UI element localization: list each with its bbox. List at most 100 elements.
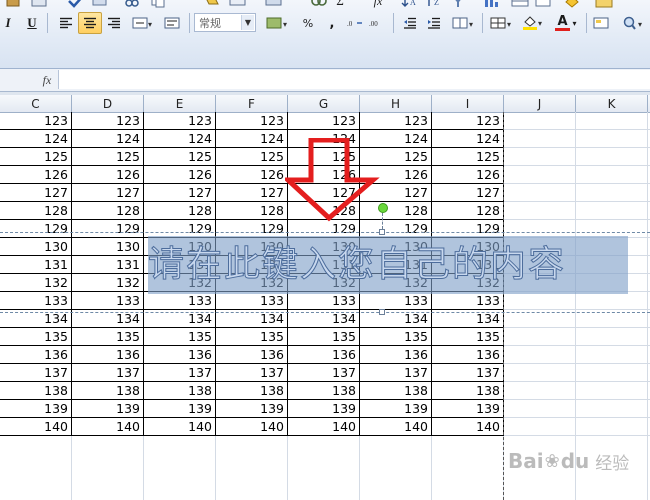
table-cell[interactable]: 138 (288, 382, 360, 399)
table-cell[interactable]: 136 (144, 346, 216, 363)
comma-style-button[interactable]: , (322, 12, 342, 34)
column-header-i[interactable]: I (432, 95, 504, 112)
sort-ascending-icon[interactable]: A (398, 0, 422, 10)
row-column-button[interactable]: ▾ (448, 12, 480, 34)
table-cell[interactable]: 137 (144, 364, 216, 381)
table-cell[interactable]: 128 (72, 202, 144, 219)
table-cell[interactable]: 137 (432, 364, 504, 381)
highlight-icon[interactable] (560, 0, 584, 10)
table-cell[interactable]: 133 (432, 292, 504, 309)
paste-icon[interactable] (2, 0, 24, 10)
table-cell[interactable]: 139 (360, 400, 432, 417)
table-cell[interactable]: 133 (360, 292, 432, 309)
table-cell[interactable]: 137 (72, 364, 144, 381)
table-cell[interactable]: 129 (0, 220, 72, 237)
table-cell[interactable]: 124 (144, 130, 216, 147)
column-header-k[interactable]: K (576, 95, 648, 112)
align-center-button[interactable] (78, 12, 102, 34)
textbox-text[interactable]: 请在此键入您自己的内容 (148, 238, 628, 292)
copy-icon[interactable] (148, 0, 168, 10)
table-cell[interactable]: 124 (0, 130, 72, 147)
currency-format-button[interactable]: ▾ (262, 12, 296, 34)
table-cell[interactable]: 135 (144, 328, 216, 345)
table-cell[interactable]: 137 (216, 364, 288, 381)
increase-decimal-button[interactable]: .0 (344, 12, 366, 34)
column-header-d[interactable]: D (72, 95, 144, 112)
table-cell[interactable]: 124 (72, 130, 144, 147)
font-color-button[interactable]: A ▾ (550, 12, 582, 34)
table-cell[interactable]: 129 (216, 220, 288, 237)
spellcheck-icon[interactable] (88, 0, 112, 10)
table-cell[interactable]: 138 (144, 382, 216, 399)
table-cell[interactable]: 138 (0, 382, 72, 399)
find-button[interactable]: ▾ (618, 12, 650, 34)
table-cell[interactable]: 126 (216, 166, 288, 183)
filter-icon[interactable] (448, 0, 468, 10)
table-cell[interactable]: 125 (144, 148, 216, 165)
table-cell[interactable]: 140 (0, 418, 72, 435)
insert-function-button[interactable]: fx (366, 0, 390, 10)
rotate-handle[interactable] (378, 203, 388, 213)
table-cell[interactable]: 125 (0, 148, 72, 165)
column-header-f[interactable]: F (216, 95, 288, 112)
link-icon[interactable] (308, 0, 330, 10)
decrease-decimal-button[interactable]: .00 (366, 12, 388, 34)
table-cell[interactable]: 136 (360, 346, 432, 363)
table-cell[interactable]: 128 (432, 202, 504, 219)
table-cell[interactable]: 137 (0, 364, 72, 381)
table-cell[interactable]: 140 (432, 418, 504, 435)
cut-icon[interactable] (122, 0, 142, 10)
table-cell[interactable]: 127 (216, 184, 288, 201)
table-cell[interactable]: 127 (144, 184, 216, 201)
formula-input[interactable] (58, 70, 650, 89)
folder-icon[interactable] (592, 0, 616, 10)
table-cell[interactable]: 136 (216, 346, 288, 363)
name-box[interactable] (0, 71, 30, 88)
table-cell[interactable]: 138 (216, 382, 288, 399)
table-cell[interactable]: 139 (216, 400, 288, 417)
table-cell[interactable]: 129 (288, 220, 360, 237)
chart-icon[interactable] (480, 0, 504, 10)
table-cell[interactable]: 138 (432, 382, 504, 399)
table-cell[interactable]: 126 (144, 166, 216, 183)
table-cell[interactable]: 135 (432, 328, 504, 345)
table-cell[interactable]: 128 (144, 202, 216, 219)
table-cell[interactable]: 128 (0, 202, 72, 219)
align-right-button[interactable] (102, 12, 126, 34)
table-cell[interactable]: 133 (216, 292, 288, 309)
table-cell[interactable]: 124 (216, 130, 288, 147)
table-cell[interactable]: 132 (72, 274, 144, 291)
resize-handle-top[interactable] (379, 229, 385, 235)
column-header-j[interactable]: J (504, 95, 576, 112)
table-cell[interactable]: 139 (0, 400, 72, 417)
table-cell[interactable]: 140 (72, 418, 144, 435)
table-cell[interactable]: 140 (144, 418, 216, 435)
table-cell[interactable]: 133 (0, 292, 72, 309)
table-cell[interactable]: 132 (0, 274, 72, 291)
table-cell[interactable]: 129 (432, 220, 504, 237)
table-cell[interactable]: 135 (72, 328, 144, 345)
table-cell[interactable]: 128 (216, 202, 288, 219)
table-cell[interactable]: 130 (72, 238, 144, 255)
percent-button[interactable]: % (296, 12, 320, 34)
cell-format-icon[interactable] (262, 0, 286, 10)
table-cell[interactable]: 129 (360, 220, 432, 237)
table-cell[interactable]: 140 (288, 418, 360, 435)
table-cell[interactable]: 136 (72, 346, 144, 363)
table-icon[interactable] (508, 0, 532, 10)
table-cell[interactable]: 125 (432, 148, 504, 165)
table-cell[interactable]: 137 (360, 364, 432, 381)
table-cell[interactable]: 127 (0, 184, 72, 201)
checkmark-icon[interactable] (64, 0, 88, 10)
table-cell[interactable]: 123 (144, 112, 216, 129)
format-painter-icon[interactable] (28, 0, 52, 10)
table-cell[interactable]: 127 (432, 184, 504, 201)
fill-color-button[interactable]: ▾ (518, 12, 550, 34)
resize-handle-bottom[interactable] (379, 309, 385, 315)
table-cell[interactable]: 139 (432, 400, 504, 417)
table-cell[interactable]: 127 (72, 184, 144, 201)
align-left-button[interactable] (54, 12, 78, 34)
table-cell[interactable]: 136 (0, 346, 72, 363)
eraser-icon[interactable] (200, 0, 224, 10)
table-cell[interactable]: 137 (288, 364, 360, 381)
